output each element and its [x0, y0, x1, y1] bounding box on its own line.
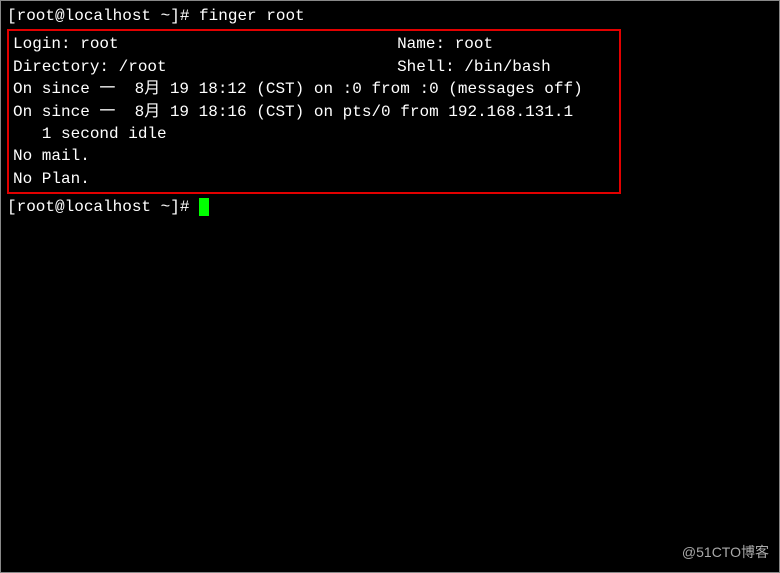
command-text: finger root — [199, 7, 305, 25]
nomail-line: No mail. — [11, 145, 617, 167]
idle-line: 1 second idle — [11, 123, 617, 145]
spacer — [167, 58, 397, 76]
login-value: root — [80, 35, 118, 53]
prompt-line[interactable]: [root@localhost ~]# — [7, 196, 773, 218]
session-line-2: On since 一 8月 19 18:16 (CST) on pts/0 fr… — [11, 101, 617, 123]
name-label: Name: — [397, 35, 455, 53]
shell-prompt: [root@localhost ~]# — [7, 7, 199, 25]
watermark: @51CTO博客 — [682, 542, 769, 562]
command-line: [root@localhost ~]# finger root — [7, 5, 773, 27]
directory-label: Directory: — [13, 58, 119, 76]
output-highlight-box: Login: root Name: root Directory: /root … — [7, 29, 621, 194]
shell-value: /bin/bash — [464, 58, 550, 76]
name-value: root — [455, 35, 493, 53]
session-line-1: On since 一 8月 19 18:12 (CST) on :0 from … — [11, 78, 617, 100]
directory-line: Directory: /root Shell: /bin/bash — [11, 56, 617, 78]
login-line: Login: root Name: root — [11, 33, 617, 55]
spacer — [119, 35, 397, 53]
shell-label: Shell: — [397, 58, 464, 76]
login-label: Login: — [13, 35, 80, 53]
noplan-line: No Plan. — [11, 168, 617, 190]
terminal-window[interactable]: [root@localhost ~]# finger root Login: r… — [1, 1, 779, 223]
cursor — [199, 198, 209, 216]
shell-prompt: [root@localhost ~]# — [7, 198, 199, 216]
directory-value: /root — [119, 58, 167, 76]
